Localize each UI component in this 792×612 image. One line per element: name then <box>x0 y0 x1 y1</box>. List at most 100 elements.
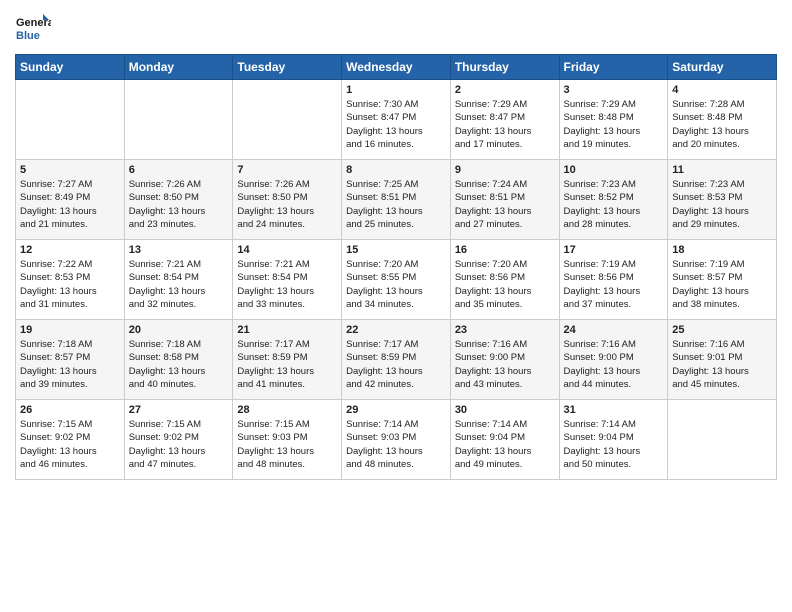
logo: General Blue <box>15 10 51 46</box>
calendar-cell: 4Sunrise: 7:28 AM Sunset: 8:48 PM Daylig… <box>668 80 777 160</box>
calendar-cell: 22 Sunrise: 7:17 AM Sunset: 8:59 PM Dayli… <box>342 320 451 400</box>
calendar-table: SundayMondayTuesdayWednesdayThursdayFrid… <box>15 54 777 480</box>
calendar-cell: 2Sunrise: 7:29 AM Sunset: 8:47 PM Daylig… <box>450 80 559 160</box>
calendar-row: 1 Sunrise: 7:30 AM Sunset: 8:47 PM Daylig… <box>16 80 777 160</box>
day-number: 25 <box>672 324 772 336</box>
day-info: Sunrise: 7:27 AM Sunset: 8:49 PM Dayligh… <box>20 178 120 231</box>
day-info: Sunrise: 7:15 AM Sunset: 9:03 PM Dayligh… <box>237 418 337 471</box>
calendar-cell: 26 Sunrise: 7:15 AM Sunset: 9:02 PM Dayli… <box>16 400 125 480</box>
calendar-cell: 15Sunrise: 7:20 AM Sunset: 8:55 PM Dayli… <box>342 240 451 320</box>
weekday-monday: Monday <box>124 55 233 80</box>
calendar-cell: 7Sunrise: 7:26 AM Sunset: 8:50 PM Daylig… <box>233 160 342 240</box>
day-info: Sunrise: 7:15 AM Sunset: 9:02 PM Dayligh… <box>20 418 120 471</box>
day-info: Sunrise: 7:18 AM Sunset: 8:58 PM Dayligh… <box>129 338 229 391</box>
day-info: Sunrise: 7:18 AM Sunset: 8:57 PM Dayligh… <box>20 338 120 391</box>
weekday-header-row: SundayMondayTuesdayWednesdayThursdayFrid… <box>16 55 777 80</box>
day-number: 14 <box>237 244 337 256</box>
calendar-cell: 16 Sunrise: 7:20 AM Sunset: 8:56 PM Dayli… <box>450 240 559 320</box>
day-info: Sunrise: 7:19 AM Sunset: 8:57 PM Dayligh… <box>672 258 772 311</box>
calendar-cell: 14 Sunrise: 7:21 AM Sunset: 8:54 PM Dayli… <box>233 240 342 320</box>
calendar-cell: 25 Sunrise: 7:16 AM Sunset: 9:01 PM Dayli… <box>668 320 777 400</box>
calendar-cell: 9 Sunrise: 7:24 AM Sunset: 8:51 PM Daylig… <box>450 160 559 240</box>
day-info: Sunrise: 7:21 AM Sunset: 8:54 PM Dayligh… <box>129 258 229 311</box>
day-info: Sunrise: 7:14 AM Sunset: 9:04 PM Dayligh… <box>564 418 664 471</box>
day-number: 13 <box>129 244 229 256</box>
day-info: Sunrise: 7:14 AM Sunset: 9:03 PM Dayligh… <box>346 418 446 471</box>
day-info: Sunrise: 7:16 AM Sunset: 9:00 PM Dayligh… <box>564 338 664 391</box>
day-number: 31 <box>564 404 664 416</box>
day-info: Sunrise: 7:17 AM Sunset: 8:59 PM Dayligh… <box>237 338 337 391</box>
header: General Blue <box>15 10 777 46</box>
day-number: 16 <box>455 244 555 256</box>
calendar-cell <box>668 400 777 480</box>
day-number: 11 <box>672 164 772 176</box>
calendar-cell: 5 Sunrise: 7:27 AM Sunset: 8:49 PM Daylig… <box>16 160 125 240</box>
day-number: 26 <box>20 404 120 416</box>
calendar-cell <box>233 80 342 160</box>
calendar-cell: 24 Sunrise: 7:16 AM Sunset: 9:00 PM Dayli… <box>559 320 668 400</box>
day-number: 22 <box>346 324 446 336</box>
day-number: 18 <box>672 244 772 256</box>
day-number: 23 <box>455 324 555 336</box>
calendar-cell: 13 Sunrise: 7:21 AM Sunset: 8:54 PM Dayli… <box>124 240 233 320</box>
day-number: 4 <box>672 84 772 96</box>
calendar-row: 5 Sunrise: 7:27 AM Sunset: 8:49 PM Daylig… <box>16 160 777 240</box>
day-number: 5 <box>20 164 120 176</box>
day-number: 28 <box>237 404 337 416</box>
day-info: Sunrise: 7:30 AM Sunset: 8:47 PM Dayligh… <box>346 98 446 151</box>
day-number: 24 <box>564 324 664 336</box>
day-number: 6 <box>129 164 229 176</box>
calendar-cell: 8 Sunrise: 7:25 AM Sunset: 8:51 PM Daylig… <box>342 160 451 240</box>
calendar-cell: 21 Sunrise: 7:17 AM Sunset: 8:59 PM Dayli… <box>233 320 342 400</box>
svg-text:Blue: Blue <box>16 30 40 42</box>
day-number: 12 <box>20 244 120 256</box>
weekday-thursday: Thursday <box>450 55 559 80</box>
calendar-cell: 31 Sunrise: 7:14 AM Sunset: 9:04 PM Dayli… <box>559 400 668 480</box>
day-info: Sunrise: 7:15 AM Sunset: 9:02 PM Dayligh… <box>129 418 229 471</box>
day-info: Sunrise: 7:23 AM Sunset: 8:52 PM Dayligh… <box>564 178 664 231</box>
day-info: Sunrise: 7:24 AM Sunset: 8:51 PM Dayligh… <box>455 178 555 231</box>
day-number: 1 <box>346 84 446 96</box>
day-info: Sunrise: 7:26 AM Sunset: 8:50 PM Dayligh… <box>129 178 229 231</box>
day-info: Sunrise: 7:16 AM Sunset: 9:01 PM Dayligh… <box>672 338 772 391</box>
day-number: 10 <box>564 164 664 176</box>
day-info: Sunrise: 7:21 AM Sunset: 8:54 PM Dayligh… <box>237 258 337 311</box>
logo-graphic: General Blue <box>15 10 51 46</box>
weekday-wednesday: Wednesday <box>342 55 451 80</box>
calendar-cell: 28 Sunrise: 7:15 AM Sunset: 9:03 PM Dayli… <box>233 400 342 480</box>
day-number: 15 <box>346 244 446 256</box>
day-info: Sunrise: 7:23 AM Sunset: 8:53 PM Dayligh… <box>672 178 772 231</box>
calendar-row: 26 Sunrise: 7:15 AM Sunset: 9:02 PM Dayli… <box>16 400 777 480</box>
day-number: 30 <box>455 404 555 416</box>
calendar-cell: 29 Sunrise: 7:14 AM Sunset: 9:03 PM Dayli… <box>342 400 451 480</box>
calendar-cell: 10 Sunrise: 7:23 AM Sunset: 8:52 PM Dayli… <box>559 160 668 240</box>
calendar-cell <box>124 80 233 160</box>
day-number: 20 <box>129 324 229 336</box>
weekday-friday: Friday <box>559 55 668 80</box>
calendar-cell: 3Sunrise: 7:29 AM Sunset: 8:48 PM Daylig… <box>559 80 668 160</box>
weekday-sunday: Sunday <box>16 55 125 80</box>
day-info: Sunrise: 7:29 AM Sunset: 8:47 PM Dayligh… <box>455 98 555 151</box>
day-info: Sunrise: 7:17 AM Sunset: 8:59 PM Dayligh… <box>346 338 446 391</box>
weekday-tuesday: Tuesday <box>233 55 342 80</box>
day-info: Sunrise: 7:20 AM Sunset: 8:56 PM Dayligh… <box>455 258 555 311</box>
page: General Blue SundayMondayTuesdayWednesda… <box>0 0 792 612</box>
day-info: Sunrise: 7:25 AM Sunset: 8:51 PM Dayligh… <box>346 178 446 231</box>
day-number: 8 <box>346 164 446 176</box>
calendar-cell: 1 Sunrise: 7:30 AM Sunset: 8:47 PM Daylig… <box>342 80 451 160</box>
day-number: 9 <box>455 164 555 176</box>
day-info: Sunrise: 7:19 AM Sunset: 8:56 PM Dayligh… <box>564 258 664 311</box>
day-info: Sunrise: 7:22 AM Sunset: 8:53 PM Dayligh… <box>20 258 120 311</box>
calendar-cell: 20 Sunrise: 7:18 AM Sunset: 8:58 PM Dayli… <box>124 320 233 400</box>
day-number: 7 <box>237 164 337 176</box>
day-number: 27 <box>129 404 229 416</box>
calendar-cell: 17Sunrise: 7:19 AM Sunset: 8:56 PM Dayli… <box>559 240 668 320</box>
day-info: Sunrise: 7:16 AM Sunset: 9:00 PM Dayligh… <box>455 338 555 391</box>
calendar-row: 12 Sunrise: 7:22 AM Sunset: 8:53 PM Dayli… <box>16 240 777 320</box>
day-info: Sunrise: 7:14 AM Sunset: 9:04 PM Dayligh… <box>455 418 555 471</box>
day-info: Sunrise: 7:29 AM Sunset: 8:48 PM Dayligh… <box>564 98 664 151</box>
day-number: 29 <box>346 404 446 416</box>
day-number: 21 <box>237 324 337 336</box>
day-number: 19 <box>20 324 120 336</box>
logo-svg: General Blue <box>15 10 51 46</box>
